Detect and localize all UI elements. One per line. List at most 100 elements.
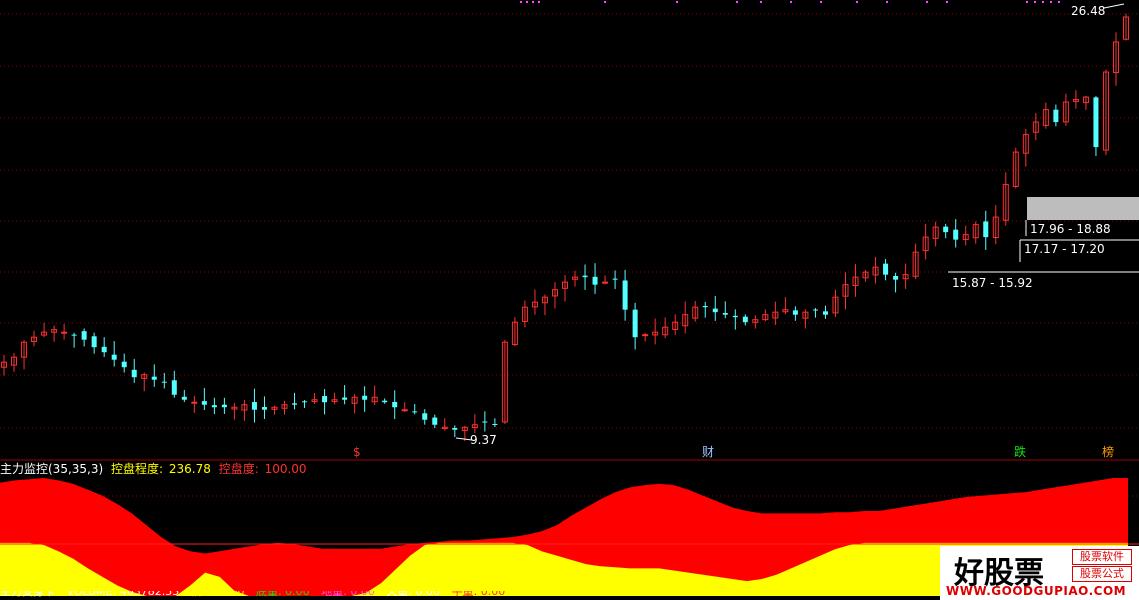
candle-body [412,411,418,413]
candle-body [111,354,117,360]
stock-chart[interactable] [0,0,1139,600]
control-degree-value: 236.78 [168,462,211,476]
candle-body [131,369,137,378]
signal-bang[interactable]: 榜 [1102,445,1114,459]
top-marker [1026,1,1028,3]
candle-body [482,421,488,423]
candle-body [61,331,68,334]
candle-body [582,275,588,278]
indicator-name[interactable]: 主力监控(35,35,3) [0,462,103,476]
top-marker [526,1,528,3]
candle-body [362,395,368,400]
candle-body [983,221,989,238]
top-marker [1058,1,1060,3]
watermark-logo[interactable]: 好股票 股票软件 股票公式 WWW.GOODGUPIAO.COM [940,546,1139,600]
candle-body [392,401,398,408]
candle-body [161,381,167,383]
candle-body [622,280,628,310]
candle-body [151,376,157,380]
candle-body [953,229,959,240]
candle-body [191,401,198,404]
candle-body [71,334,77,336]
top-marker [1042,1,1044,3]
candle-body [732,315,738,318]
candle-body [432,417,438,425]
candle-body [302,401,308,403]
watermark-box-software: 股票软件 [1072,549,1132,565]
top-marker [790,1,792,3]
signal-dollar[interactable]: $ [353,445,361,459]
candle-body [81,331,87,340]
candle-body [722,312,728,315]
candle-body [822,311,828,315]
candle-body [181,396,187,400]
candle-body [121,361,127,368]
zone-label-middle: 17.17 - 17.20 [1024,242,1105,256]
zone-label-lower: 15.87 - 15.92 [952,276,1033,290]
candle-body [251,402,257,410]
status-item-bottom: 底量: 0.00 [255,591,310,598]
bottom-status-bar: 主力变身卡 VOLUME: 463782.53 倍量: 0.00 底量: 0.0… [0,591,940,600]
candle-body [943,226,949,233]
status-item-double: 倍量: 0.00 [190,591,245,598]
candle-body [742,316,748,323]
high-arrow [1103,3,1125,9]
price-low-label: 9.37 [470,433,497,447]
watermark-box-formula: 股票公式 [1072,566,1132,582]
indicator-header: 主力监控(35,35,3) 控盘程度: 236.78 控盘度: 100.00 [0,460,311,476]
candle-body [492,423,498,425]
candle-body [422,413,428,420]
candle-body [452,427,458,430]
control-level-value: 100.00 [264,462,307,476]
candle-body [401,409,408,412]
signal-cai[interactable]: 财 [702,445,714,459]
candle-body [211,405,217,408]
candle-body [812,309,818,311]
price-high-label: 26.48 [1071,4,1106,18]
candle-body [1093,97,1099,148]
candle-body [292,403,298,405]
candle-body [632,309,638,338]
top-marker [926,1,928,3]
candle-body [792,310,798,315]
watermark-url: WWW.GOODGUPIAO.COM [946,584,1127,598]
status-item-volume: VOLUME: 463782.53 [66,591,180,598]
resistance-zone-box [1027,197,1139,220]
signal-die[interactable]: 跌 [1014,445,1026,459]
candle-body [893,275,899,280]
candle-body [342,397,348,400]
top-marker [520,1,522,3]
candle-body [642,334,649,337]
control-level-label: 控盘度: [218,462,259,476]
zone-label-upper: 17.96 - 18.88 [1030,222,1111,236]
candle-body [382,400,388,403]
status-item-sky: 天量: 0.00 [386,591,441,598]
top-marker [946,1,948,3]
candle-body [201,401,207,405]
candle-body [322,396,328,403]
status-item-name: 主力变身卡 [0,591,55,598]
candle-body [261,407,267,410]
candle-body [612,278,618,280]
top-marker [820,1,822,3]
candle-body [702,305,708,308]
candle-body [712,308,718,313]
candle-body [101,346,107,353]
status-item-ground: 地量: 0.00 [321,591,375,598]
top-marker [604,1,606,3]
candle-body [602,281,609,284]
top-marker [1050,1,1052,3]
control-degree-label: 控盘程度: [111,462,164,476]
candle-body [91,336,97,348]
top-marker [856,1,858,3]
candle-body [592,276,598,285]
candle-body [171,380,177,395]
candle-body [221,404,227,408]
top-marker [538,1,540,3]
top-marker [1034,1,1036,3]
top-marker [736,1,738,3]
status-item-flat: 平量: 0.00 [451,591,506,598]
top-marker [532,1,534,3]
top-marker [760,1,762,3]
top-marker [886,1,888,3]
